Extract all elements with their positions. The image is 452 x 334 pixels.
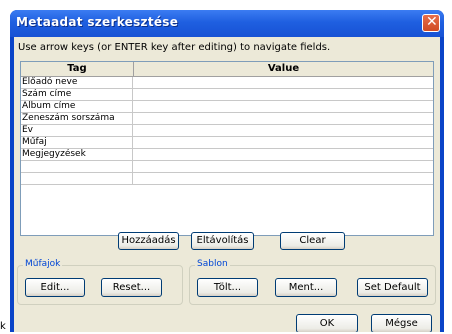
clear-button[interactable]: Clear — [280, 232, 345, 250]
background-text: k — [0, 321, 6, 332]
value-cell[interactable] — [134, 149, 433, 160]
instruction-text: Use arrow keys (or ENTER key after editi… — [18, 42, 331, 53]
metadata-dialog: Metaadat szerkesztése ✕ Use arrow keys (… — [10, 10, 444, 332]
table-header: Tag Value — [21, 62, 433, 77]
table-row[interactable]: Műfaj — [21, 137, 433, 149]
tag-cell[interactable]: Album címe — [21, 101, 133, 112]
value-cell[interactable] — [134, 161, 433, 172]
close-button[interactable]: ✕ — [422, 14, 440, 32]
cancel-button[interactable]: Mégse — [371, 314, 432, 332]
table-row[interactable]: Előadó neve — [21, 77, 433, 89]
value-cell[interactable] — [134, 125, 433, 136]
remove-button[interactable]: Eltávolítás — [191, 232, 254, 250]
value-cell[interactable] — [134, 113, 433, 124]
close-icon: ✕ — [426, 14, 438, 30]
ok-button[interactable]: OK — [296, 314, 358, 332]
table-row[interactable] — [21, 173, 433, 185]
value-cell[interactable] — [134, 173, 433, 184]
sablon-group: Sablon Tölt... Ment... Set Default — [189, 259, 436, 305]
tag-cell[interactable]: Év — [21, 125, 133, 136]
genre-reset-button[interactable]: Reset... — [101, 278, 162, 297]
metadata-table: Tag Value Előadó neve Szám címe Album címe… — [20, 61, 434, 236]
add-button[interactable]: Hozzáadás — [118, 232, 179, 250]
template-set-default-button[interactable]: Set Default — [357, 278, 428, 297]
value-cell[interactable] — [134, 101, 433, 112]
tag-cell[interactable]: Zeneszám sorszáma — [21, 113, 133, 124]
dialog-client-area: Use arrow keys (or ENTER key after editi… — [14, 37, 440, 332]
table-row[interactable] — [21, 161, 433, 173]
tag-cell[interactable] — [21, 161, 133, 172]
table-row[interactable]: Szám címe — [21, 89, 433, 101]
tag-cell[interactable]: Szám címe — [21, 89, 133, 100]
table-row[interactable]: Zeneszám sorszáma — [21, 113, 433, 125]
tag-cell[interactable]: Megjegyzések — [21, 149, 133, 160]
table-row[interactable]: Év — [21, 125, 433, 137]
template-load-button[interactable]: Tölt... — [197, 278, 258, 297]
tag-cell[interactable] — [21, 173, 133, 184]
value-cell[interactable] — [134, 89, 433, 100]
title-bar[interactable]: Metaadat szerkesztése ✕ — [10, 10, 444, 37]
mufajok-group-label: Műfajok — [23, 259, 63, 269]
tag-cell[interactable]: Műfaj — [21, 137, 133, 148]
column-header-tag[interactable]: Tag — [21, 62, 134, 76]
column-header-value[interactable]: Value — [134, 62, 433, 76]
tag-cell[interactable]: Előadó neve — [21, 77, 133, 88]
table-row[interactable]: Album címe — [21, 101, 433, 113]
background-left-strip — [0, 0, 10, 334]
value-cell[interactable] — [134, 77, 433, 88]
mufajok-group: Műfajok Edit... Reset... — [17, 259, 183, 305]
dialog-title: Metaadat szerkesztése — [16, 15, 179, 29]
value-cell[interactable] — [134, 137, 433, 148]
sablon-group-label: Sablon — [195, 259, 230, 269]
table-row[interactable]: Megjegyzések — [21, 149, 433, 161]
template-save-button[interactable]: Ment... — [275, 278, 337, 297]
genre-edit-button[interactable]: Edit... — [25, 278, 85, 297]
